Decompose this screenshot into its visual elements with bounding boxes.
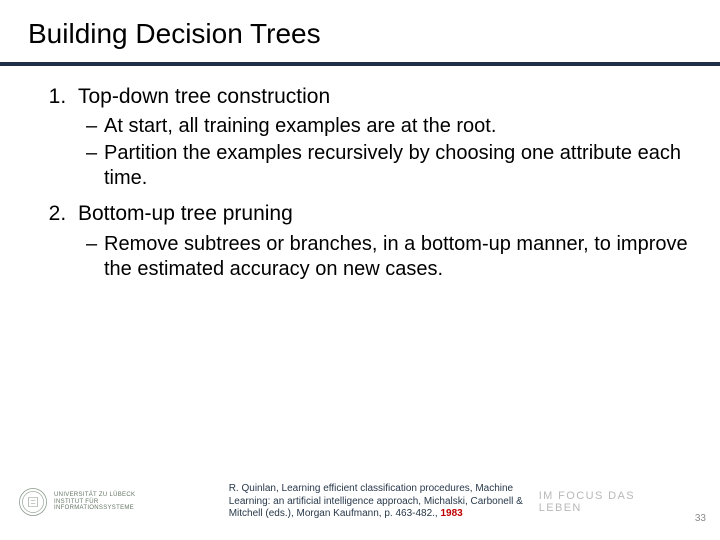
university-text: UNIVERSITÄT ZU LÜBECK INSTITUT FÜR INFOR… xyxy=(54,492,173,512)
sub-list: Remove subtrees or branches, in a bottom… xyxy=(78,232,692,282)
item-heading: Bottom-up tree pruning xyxy=(78,202,293,225)
citation-year: 1983 xyxy=(440,508,462,519)
footer: UNIVERSITÄT ZU LÜBECK INSTITUT FÜR INFOR… xyxy=(0,474,720,530)
item-heading: Top-down tree construction xyxy=(78,85,330,108)
slide-title: Building Decision Trees xyxy=(28,18,692,60)
university-logo-block: UNIVERSITÄT ZU LÜBECK INSTITUT FÜR INFOR… xyxy=(18,486,173,518)
list-item: Bottom-up tree pruning Remove subtrees o… xyxy=(72,201,692,281)
citation: R. Quinlan, Learning efficient classific… xyxy=(229,483,539,521)
slide: Building Decision Trees Top-down tree co… xyxy=(0,0,720,540)
sub-item: Remove subtrees or branches, in a bottom… xyxy=(86,232,692,282)
tagline: IM FOCUS DAS LEBEN xyxy=(539,490,674,514)
content-area: Top-down tree construction At start, all… xyxy=(28,66,692,282)
sub-list: At start, all training examples are at t… xyxy=(78,114,692,191)
university-seal-icon xyxy=(18,486,48,518)
institute-name: INSTITUT FÜR INFORMATIONSSYSTEME xyxy=(54,499,173,512)
sub-item: Partition the examples recursively by ch… xyxy=(86,141,692,191)
university-name: UNIVERSITÄT ZU LÜBECK xyxy=(54,492,173,499)
sub-item: At start, all training examples are at t… xyxy=(86,114,692,139)
list-item: Top-down tree construction At start, all… xyxy=(72,84,692,191)
citation-text: R. Quinlan, Learning efficient classific… xyxy=(229,483,523,519)
page-number: 33 xyxy=(695,513,706,524)
numbered-list: Top-down tree construction At start, all… xyxy=(28,84,692,282)
